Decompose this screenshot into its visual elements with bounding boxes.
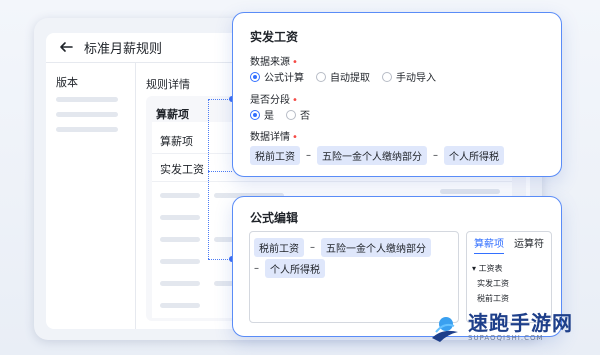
radio-option-formula[interactable]: 公式计算	[250, 69, 304, 84]
table-row-placeholder	[160, 259, 200, 264]
watermark-subtitle: SUPAOQISHI.COM	[468, 334, 544, 342]
column-divider	[135, 63, 136, 329]
required-mark: •	[292, 57, 298, 68]
formula-operator: –	[306, 150, 311, 161]
version-list-item[interactable]	[56, 112, 118, 117]
radio-option-yes[interactable]: 是	[250, 107, 274, 122]
radio-label: 自动提取	[330, 73, 370, 84]
table-row-placeholder	[440, 189, 500, 194]
formula-token[interactable]: 五险一金个人缴纳部分	[321, 238, 431, 257]
formula-token[interactable]: 个人所得税	[265, 259, 325, 278]
pay-panel-title: 实发工资	[250, 30, 299, 44]
radio-icon[interactable]	[316, 71, 326, 82]
page-title: 标准月薪规则	[84, 41, 163, 57]
tab-operators[interactable]: 运算符	[514, 235, 544, 254]
formula-line-2: – 个人所得税	[254, 259, 325, 278]
radio-option-no[interactable]: 否	[286, 107, 310, 122]
data-detail-label: 数据详情 •	[250, 132, 298, 143]
radio-label: 是	[264, 111, 274, 122]
required-mark: •	[292, 95, 298, 106]
connector-line	[208, 99, 209, 259]
formula-token[interactable]: 个人所得税	[444, 146, 504, 165]
radio-label: 公式计算	[264, 73, 304, 84]
formula-operator: –	[310, 242, 315, 253]
table-row-placeholder	[160, 215, 200, 220]
required-mark: •	[292, 132, 298, 143]
formula-line-1: 税前工资 – 五险一金个人缴纳部分	[254, 238, 431, 257]
formula-preview: 税前工资 – 五险一金个人缴纳部分 – 个人所得税	[250, 146, 504, 165]
rule-detail-title: 规则详情	[146, 78, 190, 91]
formula-panel-title: 公式编辑	[250, 211, 299, 225]
table-row-placeholder	[160, 193, 200, 198]
version-list-item[interactable]	[56, 127, 118, 132]
formula-operator: –	[254, 263, 259, 274]
table-row-label[interactable]: 算薪项	[160, 133, 193, 149]
table-row-placeholder	[160, 281, 200, 286]
radio-option-auto[interactable]: 自动提取	[316, 69, 370, 84]
segmented-label: 是否分段 •	[250, 95, 298, 106]
radio-icon[interactable]	[250, 71, 260, 82]
table-row-label[interactable]: 实发工资	[160, 161, 204, 177]
radio-label: 手动导入	[396, 73, 436, 84]
data-source-radio-group: 公式计算 自动提取 手动导入	[250, 69, 442, 84]
formula-token[interactable]: 五险一金个人缴纳部分	[317, 146, 427, 165]
row-divider	[152, 181, 512, 182]
radio-icon[interactable]	[250, 109, 260, 120]
table-row-placeholder	[160, 237, 200, 242]
back-arrow-icon[interactable]	[58, 39, 74, 55]
version-list-item[interactable]	[56, 97, 118, 102]
watermark-title: 速跑手游网	[468, 311, 573, 335]
version-column-title: 版本	[56, 76, 78, 89]
side-pane-tabs: 算薪项 运算符	[474, 235, 544, 254]
salary-items-title: 算薪项	[156, 108, 189, 121]
tree-group-item[interactable]: ▾ 工资表	[472, 263, 503, 274]
radio-icon[interactable]	[286, 109, 296, 120]
radio-option-manual[interactable]: 手动导入	[382, 69, 436, 84]
segmented-radio-group: 是 否	[250, 107, 316, 122]
tab-salary-items[interactable]: 算薪项	[474, 235, 504, 254]
watermark-logo-icon	[432, 317, 458, 342]
tree-leaf-item[interactable]: 税前工资	[477, 293, 509, 304]
watermark: 速跑手游网 SUPAOQISHI.COM	[428, 310, 573, 344]
formula-token[interactable]: 税前工资	[250, 146, 300, 165]
page-header: 标准月薪规则	[58, 36, 162, 58]
table-row-placeholder	[160, 303, 200, 308]
radio-icon[interactable]	[382, 71, 392, 82]
formula-token[interactable]: 税前工资	[254, 238, 304, 257]
radio-label: 否	[300, 111, 310, 122]
formula-operator: –	[433, 150, 438, 161]
connector-line	[208, 171, 232, 172]
tree-leaf-item[interactable]: 实发工资	[477, 278, 509, 289]
data-source-label: 数据来源 •	[250, 57, 298, 68]
